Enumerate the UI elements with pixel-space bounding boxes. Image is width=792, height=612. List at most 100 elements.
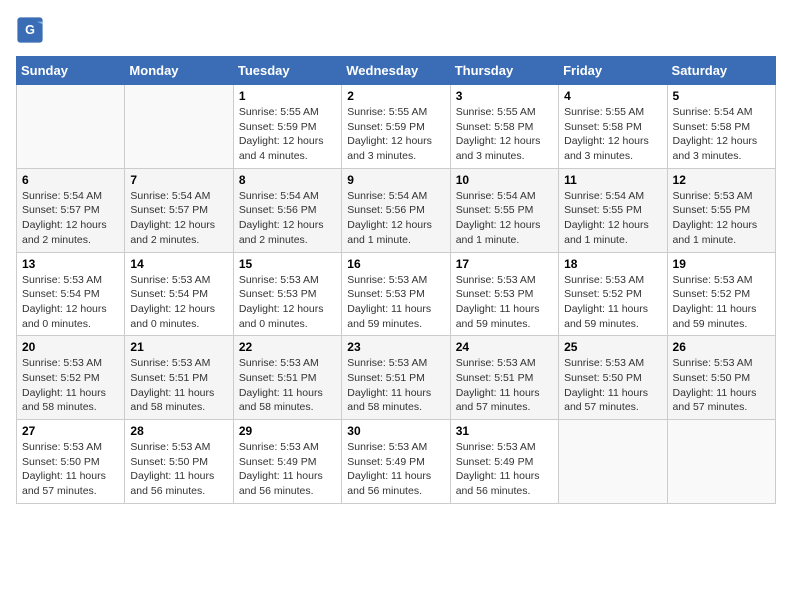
day-info: Sunrise: 5:55 AM Sunset: 5:59 PM Dayligh… [239, 105, 336, 164]
day-number: 8 [239, 173, 336, 187]
day-header-wednesday: Wednesday [342, 57, 450, 85]
calendar-cell: 30Sunrise: 5:53 AM Sunset: 5:49 PM Dayli… [342, 420, 450, 504]
day-info: Sunrise: 5:54 AM Sunset: 5:55 PM Dayligh… [564, 189, 661, 248]
day-number: 12 [673, 173, 770, 187]
day-header-thursday: Thursday [450, 57, 558, 85]
day-header-tuesday: Tuesday [233, 57, 341, 85]
week-row-2: 6Sunrise: 5:54 AM Sunset: 5:57 PM Daylig… [17, 168, 776, 252]
day-number: 10 [456, 173, 553, 187]
day-number: 22 [239, 340, 336, 354]
day-info: Sunrise: 5:55 AM Sunset: 5:59 PM Dayligh… [347, 105, 444, 164]
day-info: Sunrise: 5:53 AM Sunset: 5:53 PM Dayligh… [456, 273, 553, 332]
day-info: Sunrise: 5:53 AM Sunset: 5:49 PM Dayligh… [456, 440, 553, 499]
calendar-cell: 24 Sunrise: 5:53 AM Sunset: 5:51 PM Dayli… [450, 336, 558, 420]
day-info: Sunrise: 5:53 AM Sunset: 5:50 PM Dayligh… [22, 440, 119, 499]
calendar-cell: 3 Sunrise: 5:55 AM Sunset: 5:58 PM Daylig… [450, 85, 558, 169]
day-info: Sunrise: 5:55 AM Sunset: 5:58 PM Dayligh… [456, 105, 553, 164]
day-number: 17 [456, 257, 553, 271]
day-number: 7 [130, 173, 227, 187]
day-number: 11 [564, 173, 661, 187]
calendar-cell: 4 Sunrise: 5:55 AM Sunset: 5:58 PM Daylig… [559, 85, 667, 169]
day-number: 23 [347, 340, 444, 354]
calendar-cell: 27Sunrise: 5:53 AM Sunset: 5:50 PM Dayli… [17, 420, 125, 504]
day-info: Sunrise: 5:54 AM Sunset: 5:57 PM Dayligh… [130, 189, 227, 248]
day-number: 31 [456, 424, 553, 438]
calendar-cell: 16Sunrise: 5:53 AM Sunset: 5:53 PM Dayli… [342, 252, 450, 336]
day-number: 4 [564, 89, 661, 103]
logo-icon: G [16, 16, 44, 44]
day-info: Sunrise: 5:54 AM Sunset: 5:55 PM Dayligh… [456, 189, 553, 248]
calendar-cell: 5 Sunrise: 5:54 AM Sunset: 5:58 PM Daylig… [667, 85, 775, 169]
days-header-row: SundayMondayTuesdayWednesdayThursdayFrid… [17, 57, 776, 85]
calendar-cell: 18 Sunrise: 5:53 AM Sunset: 5:52 PM Dayli… [559, 252, 667, 336]
day-number: 14 [130, 257, 227, 271]
calendar-cell: 20 Sunrise: 5:53 AM Sunset: 5:52 PM Dayli… [17, 336, 125, 420]
calendar-cell: 22Sunrise: 5:53 AM Sunset: 5:51 PM Dayli… [233, 336, 341, 420]
day-info: Sunrise: 5:54 AM Sunset: 5:56 PM Dayligh… [347, 189, 444, 248]
calendar-cell: 25 Sunrise: 5:53 AM Sunset: 5:50 PM Dayli… [559, 336, 667, 420]
day-info: Sunrise: 5:54 AM Sunset: 5:57 PM Dayligh… [22, 189, 119, 248]
calendar-cell [559, 420, 667, 504]
day-info: Sunrise: 5:53 AM Sunset: 5:53 PM Dayligh… [239, 273, 336, 332]
calendar-cell: 12 Sunrise: 5:53 AM Sunset: 5:55 PM Dayli… [667, 168, 775, 252]
day-info: Sunrise: 5:53 AM Sunset: 5:51 PM Dayligh… [130, 356, 227, 415]
day-number: 9 [347, 173, 444, 187]
calendar-cell: 31 Sunrise: 5:53 AM Sunset: 5:49 PM Dayli… [450, 420, 558, 504]
calendar-cell: 11 Sunrise: 5:54 AM Sunset: 5:55 PM Dayli… [559, 168, 667, 252]
day-header-saturday: Saturday [667, 57, 775, 85]
calendar-cell: 13 Sunrise: 5:53 AM Sunset: 5:54 PM Dayli… [17, 252, 125, 336]
calendar-cell: 15Sunrise: 5:53 AM Sunset: 5:53 PM Dayli… [233, 252, 341, 336]
day-info: Sunrise: 5:55 AM Sunset: 5:58 PM Dayligh… [564, 105, 661, 164]
day-info: Sunrise: 5:53 AM Sunset: 5:52 PM Dayligh… [564, 273, 661, 332]
day-info: Sunrise: 5:53 AM Sunset: 5:51 PM Dayligh… [347, 356, 444, 415]
day-info: Sunrise: 5:53 AM Sunset: 5:52 PM Dayligh… [673, 273, 770, 332]
week-row-3: 13 Sunrise: 5:53 AM Sunset: 5:54 PM Dayli… [17, 252, 776, 336]
day-info: Sunrise: 5:53 AM Sunset: 5:55 PM Dayligh… [673, 189, 770, 248]
day-header-monday: Monday [125, 57, 233, 85]
day-number: 19 [673, 257, 770, 271]
calendar-cell [125, 85, 233, 169]
calendar-cell: 19 Sunrise: 5:53 AM Sunset: 5:52 PM Dayli… [667, 252, 775, 336]
day-header-friday: Friday [559, 57, 667, 85]
day-number: 18 [564, 257, 661, 271]
week-row-5: 27Sunrise: 5:53 AM Sunset: 5:50 PM Dayli… [17, 420, 776, 504]
day-number: 16 [347, 257, 444, 271]
day-number: 25 [564, 340, 661, 354]
week-row-1: 1 Sunrise: 5:55 AM Sunset: 5:59 PM Daylig… [17, 85, 776, 169]
day-number: 20 [22, 340, 119, 354]
logo: G [16, 16, 48, 44]
day-info: Sunrise: 5:53 AM Sunset: 5:54 PM Dayligh… [22, 273, 119, 332]
calendar-cell: 2 Sunrise: 5:55 AM Sunset: 5:59 PM Daylig… [342, 85, 450, 169]
calendar-table: SundayMondayTuesdayWednesdayThursdayFrid… [16, 56, 776, 504]
svg-text:G: G [25, 23, 35, 37]
day-info: Sunrise: 5:53 AM Sunset: 5:50 PM Dayligh… [673, 356, 770, 415]
calendar-cell: 6Sunrise: 5:54 AM Sunset: 5:57 PM Daylig… [17, 168, 125, 252]
calendar-cell: 29 Sunrise: 5:53 AM Sunset: 5:49 PM Dayli… [233, 420, 341, 504]
day-number: 3 [456, 89, 553, 103]
calendar-cell: 8 Sunrise: 5:54 AM Sunset: 5:56 PM Daylig… [233, 168, 341, 252]
day-info: Sunrise: 5:53 AM Sunset: 5:50 PM Dayligh… [564, 356, 661, 415]
calendar-cell: 14 Sunrise: 5:53 AM Sunset: 5:54 PM Dayli… [125, 252, 233, 336]
day-info: Sunrise: 5:53 AM Sunset: 5:51 PM Dayligh… [456, 356, 553, 415]
day-info: Sunrise: 5:54 AM Sunset: 5:58 PM Dayligh… [673, 105, 770, 164]
day-number: 13 [22, 257, 119, 271]
day-header-sunday: Sunday [17, 57, 125, 85]
day-number: 24 [456, 340, 553, 354]
calendar-cell: 17 Sunrise: 5:53 AM Sunset: 5:53 PM Dayli… [450, 252, 558, 336]
calendar-cell: 7 Sunrise: 5:54 AM Sunset: 5:57 PM Daylig… [125, 168, 233, 252]
day-info: Sunrise: 5:54 AM Sunset: 5:56 PM Dayligh… [239, 189, 336, 248]
day-info: Sunrise: 5:53 AM Sunset: 5:54 PM Dayligh… [130, 273, 227, 332]
day-number: 1 [239, 89, 336, 103]
day-number: 5 [673, 89, 770, 103]
week-row-4: 20 Sunrise: 5:53 AM Sunset: 5:52 PM Dayli… [17, 336, 776, 420]
day-number: 28 [130, 424, 227, 438]
day-number: 29 [239, 424, 336, 438]
calendar-cell: 23 Sunrise: 5:53 AM Sunset: 5:51 PM Dayli… [342, 336, 450, 420]
day-info: Sunrise: 5:53 AM Sunset: 5:49 PM Dayligh… [239, 440, 336, 499]
day-number: 2 [347, 89, 444, 103]
day-info: Sunrise: 5:53 AM Sunset: 5:52 PM Dayligh… [22, 356, 119, 415]
calendar-cell: 28 Sunrise: 5:53 AM Sunset: 5:50 PM Dayli… [125, 420, 233, 504]
day-number: 21 [130, 340, 227, 354]
header: G [16, 16, 776, 44]
day-info: Sunrise: 5:53 AM Sunset: 5:50 PM Dayligh… [130, 440, 227, 499]
